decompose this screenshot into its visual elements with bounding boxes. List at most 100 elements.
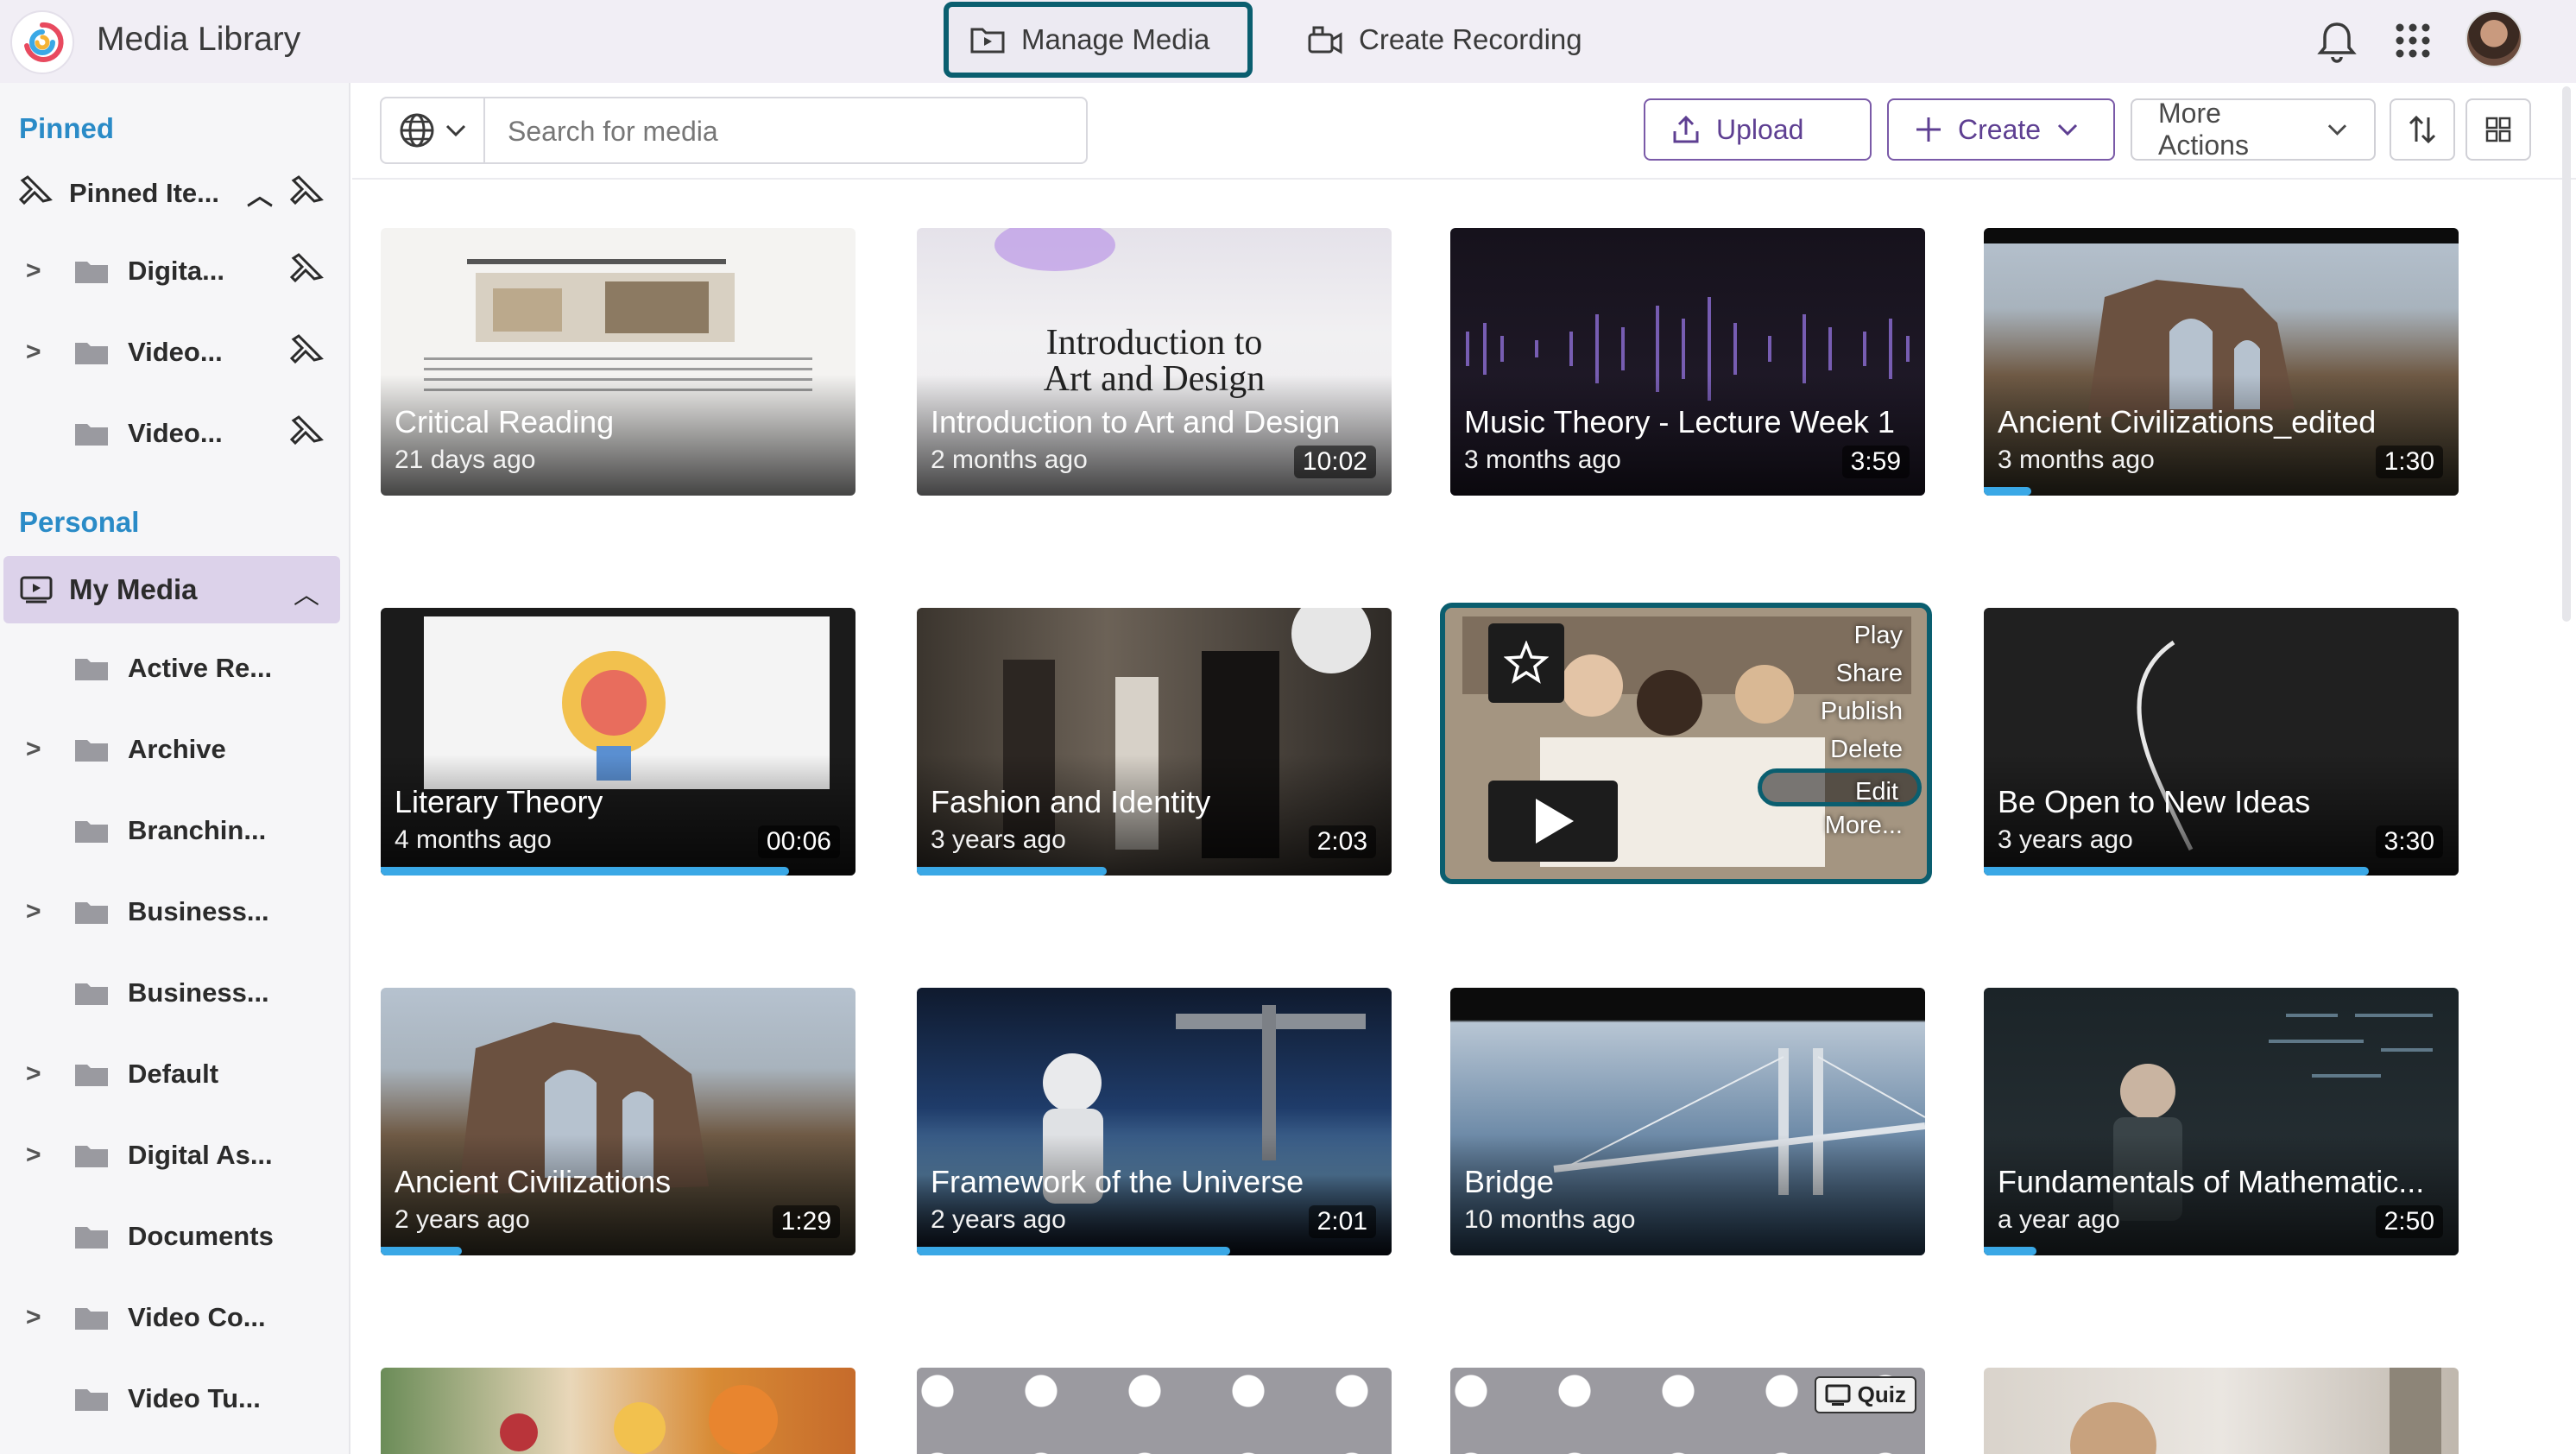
upload-button[interactable]: Upload <box>1644 98 1872 161</box>
app-logo[interactable] <box>10 10 74 74</box>
media-card[interactable]: Fundamentals of Mathematic... a year ago… <box>1984 988 2459 1255</box>
user-avatar[interactable] <box>2466 10 2522 67</box>
media-card[interactable]: Fashion and Identity 3 years ago 2:03 <box>917 608 1392 876</box>
chevron-right-icon[interactable]: > <box>26 256 41 286</box>
app-grid-icon[interactable] <box>2395 22 2431 63</box>
watch-progress <box>381 1247 462 1255</box>
menu-item-delete[interactable]: Delete <box>1758 730 1922 768</box>
menu-item-share[interactable]: Share <box>1758 654 1922 692</box>
more-actions-dropdown[interactable]: More Actions <box>2131 98 2376 161</box>
favorite-button[interactable] <box>1488 623 1564 703</box>
media-card[interactable] <box>1984 1368 2459 1454</box>
media-date: 3 months ago <box>1998 446 2155 474</box>
pin-icon[interactable] <box>285 251 325 291</box>
media-date: 3 years ago <box>1998 825 2133 854</box>
tab-manage-media[interactable]: Manage Media <box>944 2 1253 78</box>
sidebar-folder[interactable]: > Digital As... <box>0 1121 350 1190</box>
media-card[interactable]: Bridge 10 months ago <box>1450 988 1925 1255</box>
sidebar-folder[interactable]: Active Re... <box>0 634 350 703</box>
menu-item-play[interactable]: Play <box>1758 616 1922 654</box>
sort-button[interactable] <box>2390 98 2455 161</box>
chevron-right-icon[interactable]: > <box>26 338 41 367</box>
media-card[interactable] <box>917 1368 1392 1454</box>
sidebar-folder[interactable]: > Default <box>0 1040 350 1109</box>
quiz-label: Quiz <box>1857 1381 1906 1407</box>
sidebar-item-label: Video Co... <box>128 1302 266 1332</box>
search-input[interactable]: Search for media <box>483 97 1088 164</box>
chevron-right-icon[interactable]: > <box>26 1059 41 1089</box>
star-icon <box>1504 641 1549 684</box>
chevron-right-icon[interactable]: > <box>26 735 41 764</box>
folder-icon <box>75 983 108 1005</box>
menu-item-publish[interactable]: Publish <box>1758 692 1922 730</box>
media-card[interactable]: Be Open to New Ideas 3 years ago 3:30 <box>1984 608 2459 876</box>
play-button[interactable] <box>1488 781 1618 862</box>
sidebar-folder[interactable]: > Business... <box>0 877 350 946</box>
sidebar-folder[interactable]: Video Tu... <box>0 1364 350 1433</box>
media-title: Bridge <box>1464 1164 1555 1199</box>
sidebar-item-label: Digita... <box>128 256 224 286</box>
chevron-up-icon[interactable]: ︿ <box>247 174 273 212</box>
media-title: Introduction to Art and Design <box>931 404 1341 439</box>
pin-icon[interactable] <box>285 174 325 213</box>
media-card-selected[interactable]: Play Share Publish Delete Edit More... <box>1440 603 1932 884</box>
quiz-icon <box>1825 1384 1851 1406</box>
pinned-header[interactable]: Pinned Ite... ︿ <box>0 159 350 228</box>
chevron-down-icon <box>2327 124 2347 136</box>
create-label: Create <box>1958 113 2042 145</box>
media-duration: 1:29 <box>772 1205 840 1238</box>
sidebar-item-label: Default <box>128 1059 219 1089</box>
chevron-right-icon[interactable]: > <box>26 1141 41 1170</box>
tab-create-recording[interactable]: Create Recording <box>1286 2 1603 78</box>
section-title-pinned: Pinned <box>19 112 115 144</box>
media-duration: 1:30 <box>2375 446 2443 478</box>
chevron-right-icon[interactable]: > <box>26 897 41 926</box>
notifications-icon[interactable] <box>2315 19 2358 68</box>
media-title: Music Theory - Lecture Week 1 <box>1464 404 1895 439</box>
media-card[interactable]: Quiz <box>1450 1368 1925 1454</box>
sidebar-item-pinned-1[interactable]: > Digita... <box>0 237 350 306</box>
sidebar-folder[interactable]: Business... <box>0 958 350 1027</box>
plus-icon <box>1916 117 1941 142</box>
pin-icon[interactable] <box>285 414 325 453</box>
sidebar-item-pinned-3[interactable]: Video... <box>0 399 350 468</box>
sidebar-folder[interactable]: Branchin... <box>0 796 350 865</box>
pin-icon[interactable] <box>285 332 325 372</box>
grid-view-icon <box>2485 117 2511 142</box>
chevron-up-icon[interactable]: ︿ <box>294 573 319 611</box>
sidebar-item-my-media[interactable]: My Media ︿ <box>3 556 340 623</box>
folder-icon <box>75 1308 108 1330</box>
sidebar-folder[interactable]: > Video Co... <box>0 1283 350 1352</box>
sidebar-item-label: Active Re... <box>128 653 273 683</box>
quiz-badge: Quiz <box>1814 1376 1916 1413</box>
grid-view-button[interactable] <box>2466 98 2531 161</box>
play-icon <box>1536 799 1574 844</box>
sidebar-item-label: Archive <box>128 734 226 764</box>
media-title: Fundamentals of Mathematic... <box>1998 1164 2425 1199</box>
scrollbar[interactable] <box>2562 86 2571 622</box>
media-library-icon <box>20 576 53 604</box>
scope-dropdown[interactable] <box>380 97 485 164</box>
globe-icon <box>400 113 434 148</box>
media-card[interactable]: Ancient Civilizations_edited 3 months ag… <box>1984 228 2459 496</box>
chevron-down-icon <box>445 124 466 137</box>
media-card[interactable]: Critical Reading 21 days ago <box>381 228 856 496</box>
media-title: Literary Theory <box>395 784 603 819</box>
menu-item-edit[interactable]: Edit <box>1758 768 1922 806</box>
media-date: 2 months ago <box>931 446 1088 474</box>
sidebar-folder[interactable]: > Archive <box>0 715 350 784</box>
sidebar-folder[interactable]: Documents <box>0 1202 350 1271</box>
media-title: Critical Reading <box>395 404 615 439</box>
more-actions-label: More Actions <box>2158 98 2249 161</box>
media-card[interactable]: Ancient Civilizations 2 years ago 1:29 <box>381 988 856 1255</box>
media-card[interactable] <box>381 1368 856 1454</box>
top-bar: Media Library Manage Media Create Record… <box>0 0 2576 83</box>
sidebar-item-pinned-2[interactable]: > Video... <box>0 318 350 387</box>
media-card[interactable]: Music Theory - Lecture Week 1 3 months a… <box>1450 228 1925 496</box>
menu-item-more[interactable]: More... <box>1758 806 1922 844</box>
media-card[interactable]: Introduction to Art and Design Introduct… <box>917 228 1392 496</box>
media-card[interactable]: Literary Theory 4 months ago 00:06 <box>381 608 856 876</box>
create-button[interactable]: Create <box>1887 98 2115 161</box>
chevron-right-icon[interactable]: > <box>26 1303 41 1332</box>
media-card[interactable]: Framework of the Universe 2 years ago 2:… <box>917 988 1392 1255</box>
